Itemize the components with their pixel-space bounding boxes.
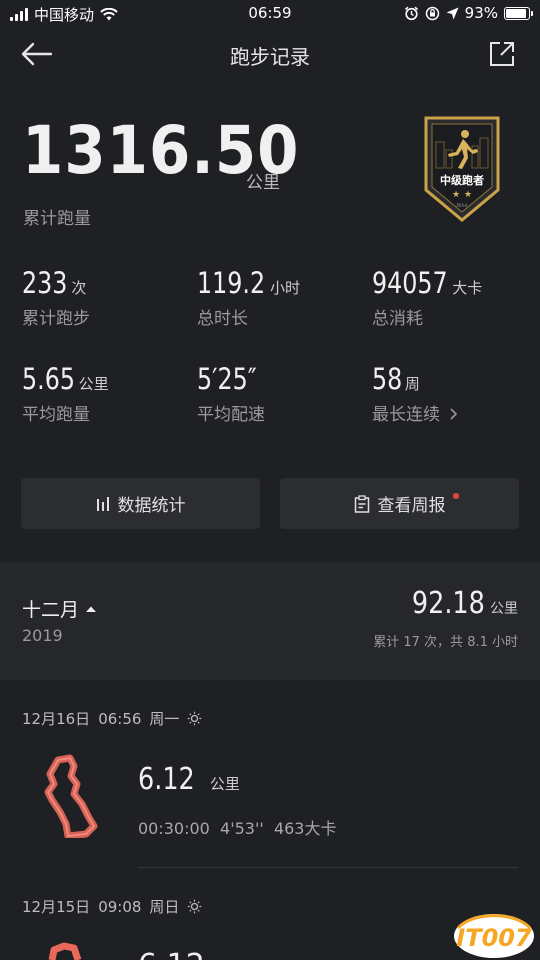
month-name: 十二月 [22, 599, 80, 621]
stat-value: 5′25″ [197, 362, 257, 396]
alarm-icon [404, 6, 418, 20]
stat-unit: 公里 [78, 375, 109, 393]
rotation-lock-icon [425, 6, 439, 20]
data-statistics-label: 数据统计 [117, 496, 186, 516]
runner-badge-icon: 中级跑者 ★ ★ Nike [424, 116, 500, 222]
stat-unit: 周 [404, 375, 420, 393]
data-statistics-button[interactable]: 数据统计 [21, 478, 260, 529]
clipboard-icon [354, 494, 369, 513]
record-header: 12月15日 09:08 周日 [22, 896, 202, 917]
record-weekday: 周日 [149, 898, 180, 916]
status-right: 93% [404, 4, 533, 22]
stat-label: 最长连续 [372, 405, 440, 425]
total-distance-label: 累计跑量 [23, 209, 91, 229]
month-selector[interactable]: 十二月 [22, 595, 97, 622]
stat-unit: 次 [71, 279, 87, 297]
stat-average-distance: 5.65 公里 平均跑量 [22, 362, 109, 425]
record-time: 06:56 [98, 709, 142, 728]
notification-dot [453, 493, 459, 499]
record-distance-unit: 公里 [209, 775, 240, 793]
stat-value: 58 [372, 362, 403, 396]
stat-label: 平均配速 [197, 405, 265, 425]
record-date: 12月15日 [22, 898, 91, 916]
stat-value: 94057 [372, 266, 448, 300]
stat-total-calories: 94057 大卡 总消耗 [372, 266, 482, 329]
record-distance[interactable]: 6.12 公里 [138, 762, 240, 797]
run-route-map[interactable] [44, 940, 94, 960]
watermark-text: IT007 [456, 924, 532, 952]
stat-unit: 大卡 [452, 279, 483, 297]
stat-label: 总消耗 [372, 309, 423, 329]
divider [138, 867, 518, 868]
weekly-report-label: 查看周报 [377, 496, 446, 516]
record-pace: 4'53'' [220, 819, 264, 838]
caret-up-icon [86, 606, 97, 612]
stat-label-row: 最长连续 [372, 400, 459, 425]
route-icon [48, 942, 82, 960]
stat-total-runs: 233 次 累计跑步 [22, 266, 90, 329]
battery-percent: 93% [464, 4, 498, 22]
weekly-report-button[interactable]: 查看周报 [280, 478, 519, 529]
chevron-right-icon [450, 408, 458, 420]
record-details: 00:30:00 4'53'' 463大卡 [138, 815, 336, 839]
month-distance: 92.18 公里 [399, 586, 518, 621]
route-icon [44, 754, 98, 840]
badge-title: 中级跑者 [440, 173, 484, 187]
stat-average-pace: 5′25″ 平均配速 [197, 362, 270, 425]
location-icon [446, 7, 459, 19]
page-title: 跑步记录 [230, 45, 310, 69]
stat-unit: 小时 [270, 279, 301, 297]
share-icon[interactable] [488, 40, 516, 68]
run-route-map[interactable] [44, 754, 100, 840]
stat-label: 累计跑步 [22, 309, 90, 329]
battery-icon [504, 6, 533, 20]
badge-star-icon: ★ [464, 190, 472, 200]
month-year: 2019 [22, 626, 63, 645]
stat-value: 119.2 [197, 266, 266, 300]
stat-longest-streak[interactable]: 58 周 最长连续 [372, 362, 459, 425]
stat-value: 233 [22, 266, 68, 300]
badge-brand: Nike [456, 203, 467, 209]
stat-label: 总时长 [197, 309, 248, 329]
badge-star-icon: ★ [452, 190, 460, 200]
bar-chart-icon [96, 496, 109, 511]
record-header: 12月16日 06:56 周一 [22, 708, 202, 729]
sun-icon [188, 711, 202, 726]
record-distance-value: 6.12 [138, 948, 205, 960]
record-time: 09:08 [98, 897, 142, 916]
total-distance-unit: 公里 [246, 173, 280, 193]
record-weekday: 周一 [149, 710, 180, 728]
stat-label: 平均跑量 [22, 405, 90, 425]
month-summary: 十二月 2019 92.18 公里 累计 17 次，共 8.1 小时 [0, 562, 540, 680]
month-distance-unit: 公里 [490, 601, 518, 617]
watermark-logo: IT007 [452, 906, 536, 960]
record-date: 12月16日 [22, 710, 91, 728]
record-distance-value: 6.12 [138, 762, 195, 797]
runner-level-badge[interactable]: 中级跑者 ★ ★ Nike [418, 112, 506, 224]
nav-bar: 跑步记录 [0, 28, 540, 80]
status-bar: 中国移动 06:59 93% [0, 0, 540, 28]
record-calories: 463大卡 [273, 819, 337, 838]
month-run-summary: 累计 17 次，共 8.1 小时 [373, 635, 518, 650]
sun-icon [188, 899, 202, 914]
stat-total-time: 119.2 小时 总时长 [197, 266, 300, 329]
record-duration: 00:30:00 [138, 819, 210, 838]
stat-value: 5.65 [22, 362, 75, 396]
month-distance-value: 92.18 [411, 586, 485, 621]
